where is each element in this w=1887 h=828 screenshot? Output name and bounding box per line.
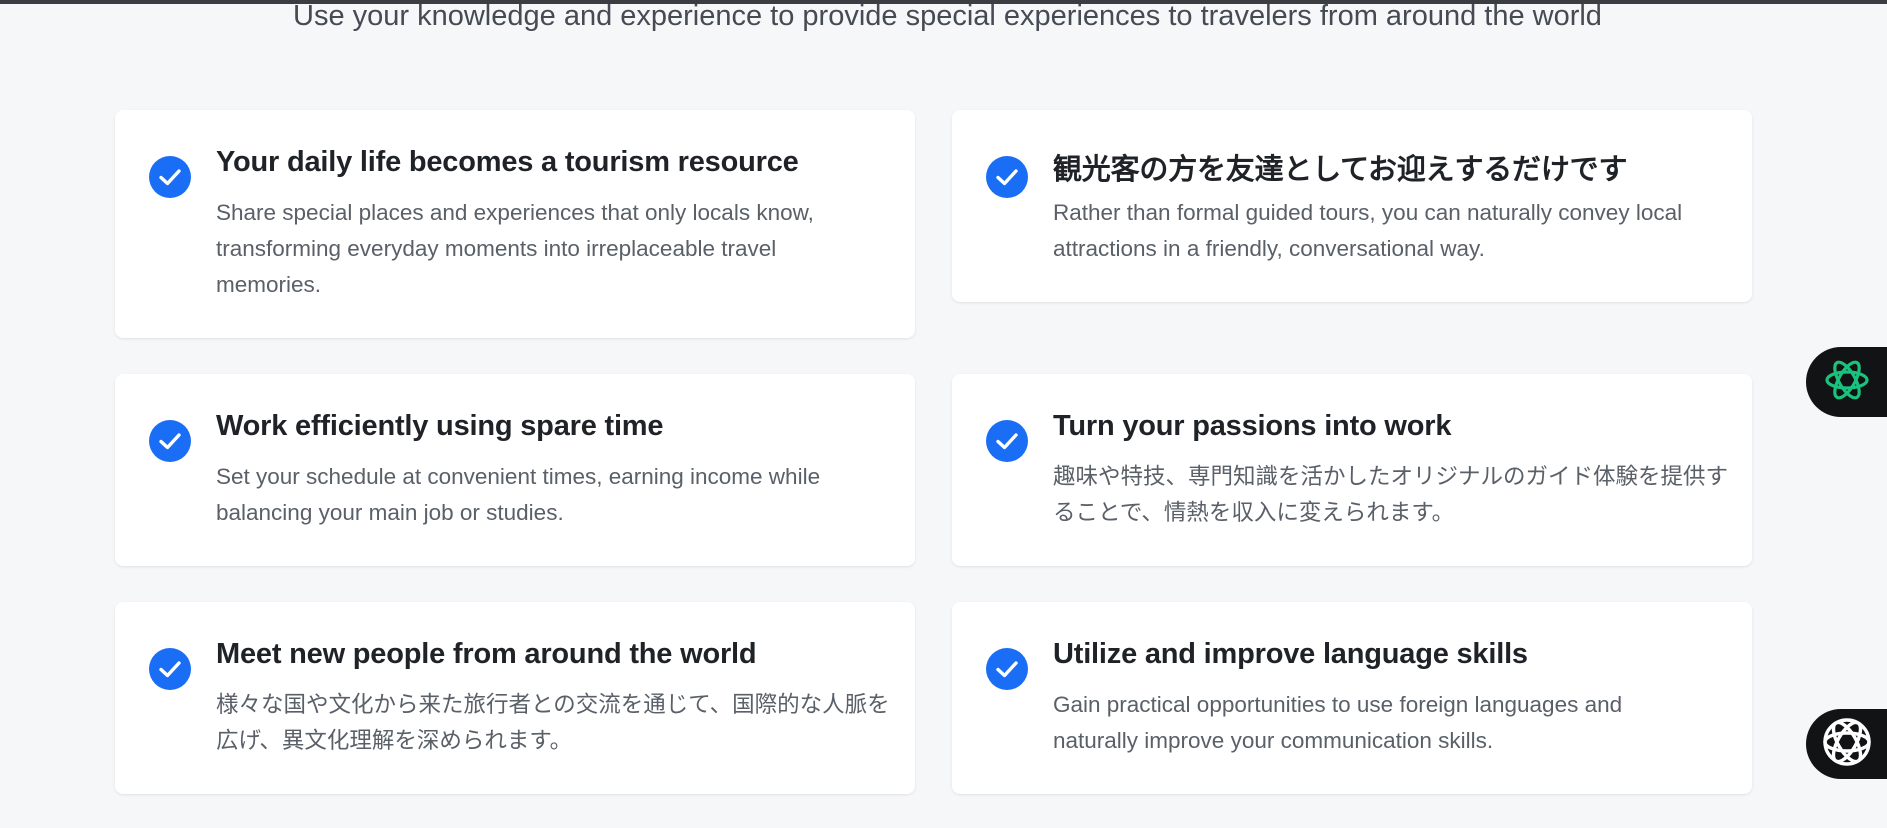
feature-card: Utilize and improve language skills Gain… (952, 602, 1752, 794)
card-title: Work efficiently using spare time (216, 410, 664, 442)
check-circle-icon (149, 648, 191, 690)
feature-card: Your daily life becomes a tourism resour… (115, 110, 915, 338)
card-title: 観光客の方を友達としてお迎えするだけです (1053, 154, 1628, 186)
check-circle-icon (986, 648, 1028, 690)
card-title: Utilize and improve language skills (1053, 638, 1528, 670)
check-circle-icon (986, 420, 1028, 462)
card-title: Your daily life becomes a tourism resour… (216, 146, 799, 178)
feature-card: Meet new people from around the world 様々… (115, 602, 915, 794)
section-subtitle-text: Use your knowledge and experience to pro… (293, 0, 1602, 32)
card-description: 趣味や特技、専門知識を活かしたオリジナルのガイド体験を提供することで、情熱を収入… (1053, 464, 1729, 525)
feature-card: Work efficiently using spare time Set yo… (115, 374, 915, 566)
card-title: Turn your passions into work (1053, 410, 1452, 442)
card-description: Share special places and experiences tha… (216, 200, 814, 297)
check-circle-icon (149, 156, 191, 198)
check-circle-icon (986, 156, 1028, 198)
card-description: Gain practical opportunities to use fore… (1053, 692, 1623, 753)
assistant-logo-icon (1820, 715, 1874, 774)
card-description: 様々な国や文化から来た旅行者との交流を通じて、国際的な人脈を広げ、異文化理解を深… (216, 692, 890, 753)
openai-logo-icon (1822, 355, 1872, 410)
assistant-button-1[interactable] (1806, 347, 1887, 417)
check-circle-icon (149, 420, 191, 462)
assistant-button-2[interactable] (1806, 709, 1887, 779)
feature-card: Turn your passions into work 趣味や特技、専門知識を… (952, 374, 1752, 566)
card-description: Rather than formal guided tours, you can… (1053, 200, 1683, 261)
feature-card: 観光客の方を友達としてお迎えするだけです Rather than formal … (952, 110, 1752, 302)
card-description: Set your schedule at convenient times, e… (216, 464, 821, 525)
card-title: Meet new people from around the world (216, 638, 757, 670)
